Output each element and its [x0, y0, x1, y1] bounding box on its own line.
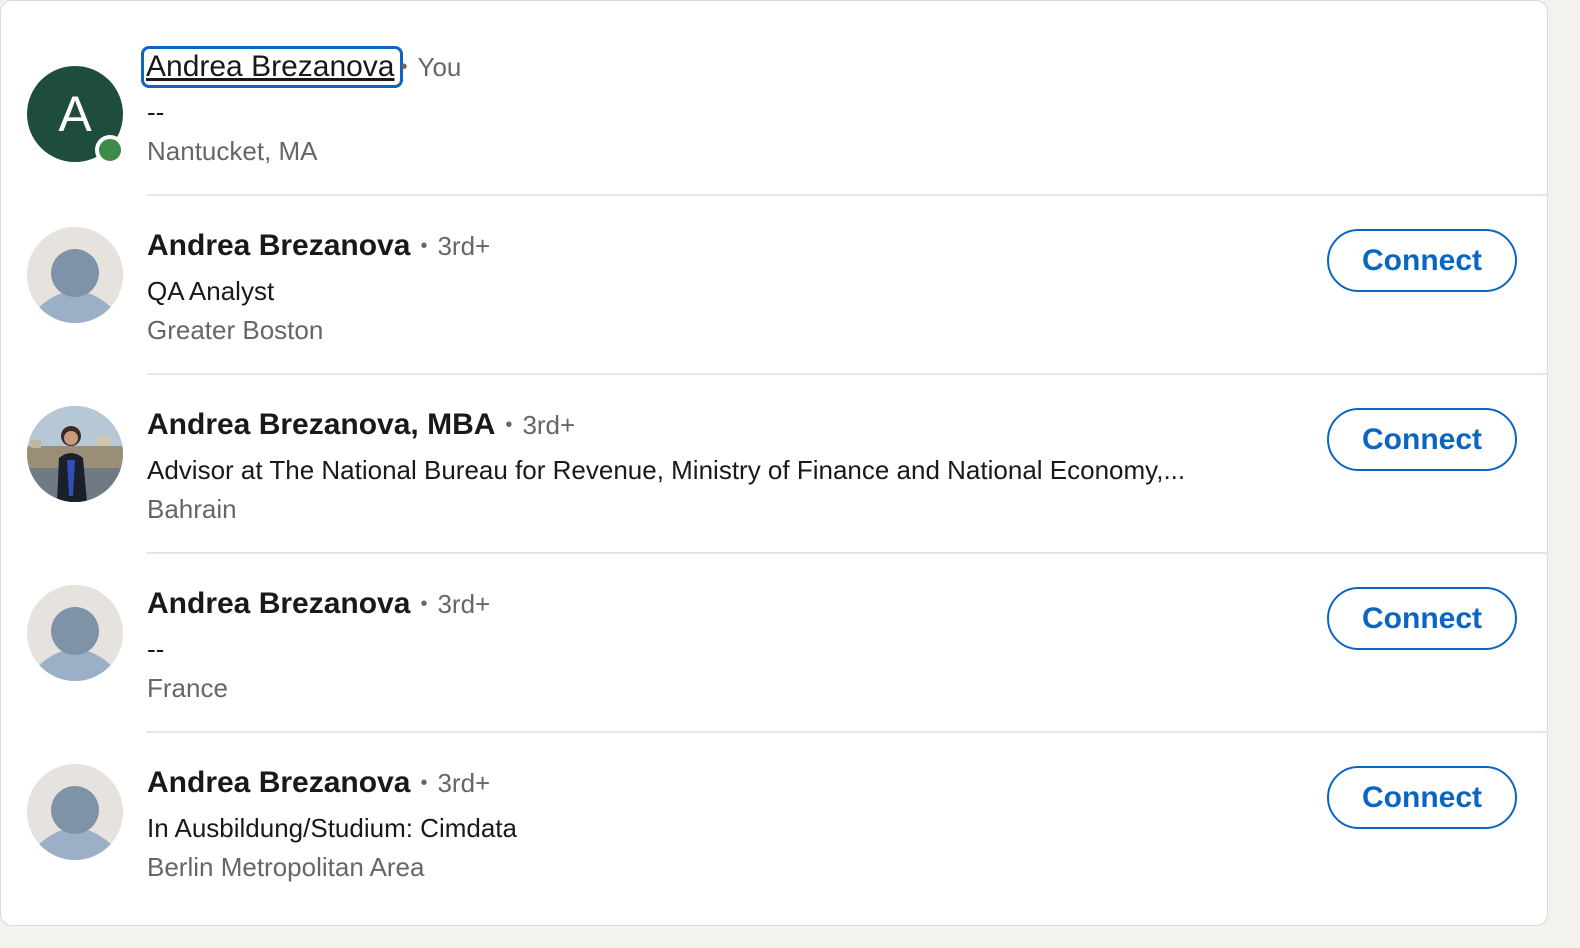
- headline: --: [147, 97, 165, 127]
- result-row: Andrea Brezanova • 3rd+ QA Analyst Great…: [1, 196, 1549, 375]
- headline: In Ausbildung/Studium: Cimdata: [147, 813, 517, 843]
- name-line: Andrea Brezanova, MBA • 3rd+: [147, 403, 1297, 447]
- location: France: [147, 673, 228, 703]
- separator-dot: •: [505, 413, 513, 436]
- avatar[interactable]: [27, 406, 123, 502]
- location: Bahrain: [147, 494, 237, 524]
- name-line: Andrea Brezanova • 3rd+: [147, 761, 1297, 805]
- separator-dot: •: [420, 771, 428, 794]
- result-row: Andrea Brezanova, MBA • 3rd+ Advisor at …: [1, 375, 1549, 554]
- online-status-icon: [95, 135, 125, 165]
- result-info: Andrea Brezanova • You -- Nantucket, MA: [141, 45, 1297, 171]
- headline: QA Analyst: [147, 276, 275, 306]
- connection-degree: 3rd+: [437, 230, 491, 261]
- avatar[interactable]: [27, 764, 123, 860]
- result-info: Andrea Brezanova • 3rd+ In Ausbildung/St…: [147, 761, 1297, 887]
- result-row-self: A Andrea Brezanova • You -- Nantucket, M…: [1, 17, 1549, 196]
- connect-button[interactable]: Connect: [1327, 587, 1517, 650]
- connection-degree: You: [417, 51, 462, 82]
- location: Nantucket, MA: [147, 136, 318, 166]
- result-row: Andrea Brezanova • 3rd+ In Ausbildung/St…: [1, 733, 1549, 912]
- profile-name-link[interactable]: Andrea Brezanova: [147, 587, 410, 621]
- result-info: Andrea Brezanova • 3rd+ -- France: [147, 582, 1297, 708]
- connection-degree: 3rd+: [437, 588, 491, 619]
- connect-button[interactable]: Connect: [1327, 766, 1517, 829]
- avatar[interactable]: [27, 227, 123, 323]
- headline: --: [147, 634, 165, 664]
- connection-degree: 3rd+: [522, 409, 576, 440]
- profile-name-link[interactable]: Andrea Brezanova: [147, 766, 410, 800]
- result-info: Andrea Brezanova • 3rd+ QA Analyst Great…: [147, 224, 1297, 350]
- connect-button[interactable]: Connect: [1327, 229, 1517, 292]
- separator-dot: •: [400, 55, 408, 78]
- person-silhouette-icon: [27, 585, 123, 681]
- profile-name-link[interactable]: Andrea Brezanova, MBA: [147, 408, 495, 442]
- location: Berlin Metropolitan Area: [147, 852, 425, 882]
- name-line: Andrea Brezanova • 3rd+: [147, 224, 1297, 268]
- name-line: Andrea Brezanova • You: [141, 45, 1297, 89]
- separator-dot: •: [420, 234, 428, 257]
- search-results-card: A Andrea Brezanova • You -- Nantucket, M…: [0, 0, 1549, 926]
- person-silhouette-icon: [27, 764, 123, 860]
- separator-dot: •: [420, 592, 428, 615]
- profile-photo: [27, 406, 123, 502]
- headline: Advisor at The National Bureau for Reven…: [147, 455, 1186, 485]
- avatar[interactable]: [27, 585, 123, 681]
- person-silhouette-icon: [27, 227, 123, 323]
- connection-degree: 3rd+: [437, 767, 491, 798]
- profile-name-link[interactable]: Andrea Brezanova: [147, 229, 410, 263]
- name-line: Andrea Brezanova • 3rd+: [147, 582, 1297, 626]
- avatar-letter: A: [58, 86, 92, 142]
- result-info: Andrea Brezanova, MBA • 3rd+ Advisor at …: [147, 403, 1297, 529]
- profile-name-link[interactable]: Andrea Brezanova: [141, 46, 403, 88]
- result-row: Andrea Brezanova • 3rd+ -- France Connec…: [1, 554, 1549, 733]
- connect-button[interactable]: Connect: [1327, 408, 1517, 471]
- location: Greater Boston: [147, 315, 324, 345]
